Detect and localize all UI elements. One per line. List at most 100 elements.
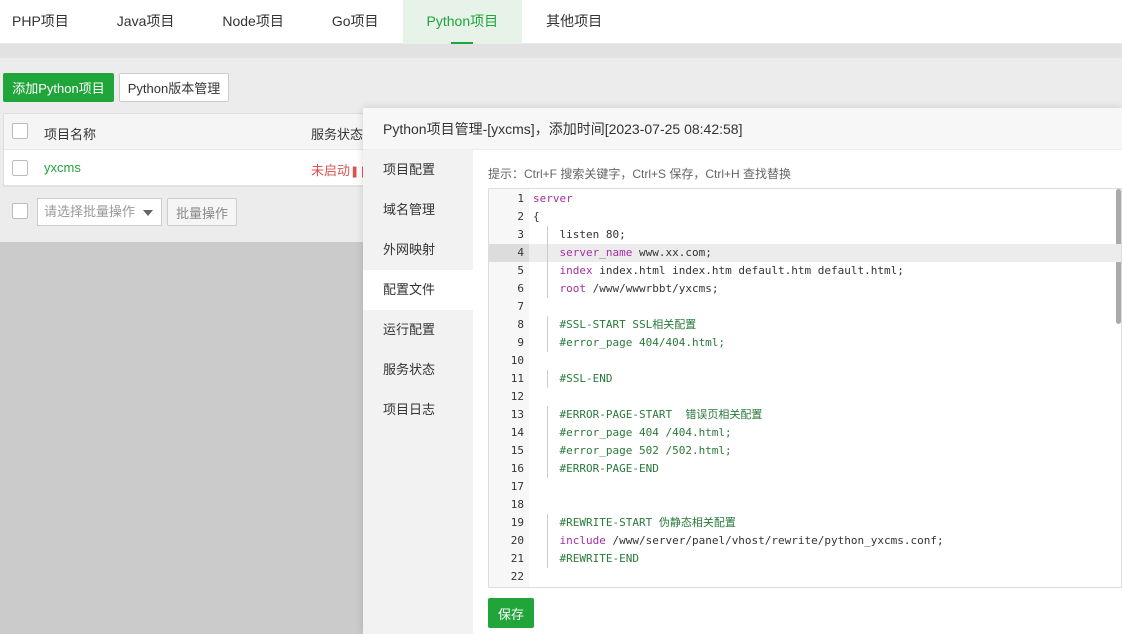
code-text: #error_page 502 /502.html; [533,444,732,457]
line-number: 3 [517,228,524,241]
save-button[interactable]: 保存 [488,598,534,628]
code-line[interactable]: 6 root /www/wwwrbbt/yxcms; [489,280,1121,298]
line-number: 16 [510,462,524,475]
code-line[interactable]: 16 #ERROR-PAGE-END [489,460,1121,478]
code-line[interactable]: 2{ [489,208,1121,226]
line-number: 7 [517,300,524,313]
tab-php[interactable]: PHP项目 [0,0,93,44]
code-line[interactable]: 8 #SSL-START SSL相关配置 [489,316,1121,334]
line-number: 12 [510,390,524,403]
code-line[interactable]: 19 #REWRITE-START 伪静态相关配置 [489,514,1121,532]
row-checkbox[interactable] [12,160,28,176]
project-manage-modal: Python项目管理-[yxcms]，添加时间[2023-07-25 08:42… [363,108,1122,634]
code-text: #REWRITE-END [533,552,639,565]
table-header: 项目名称 服务状态 [4,114,382,150]
indent-guide [547,244,548,262]
code-line[interactable]: 12 [489,388,1121,406]
indent-guide [547,280,548,298]
indent-guide [547,550,548,568]
code-line[interactable]: 17 [489,478,1121,496]
keyword-token: listen [559,228,600,241]
project-type-tabs: PHP项目 Java项目 Node项目 Go项目 Python项目 其他项目 [0,0,1122,44]
code-text: #error_page 404 /404.html; [533,426,732,439]
indent-guide [547,460,548,478]
modal-side-menu: 项目配置 域名管理 外网映射 配置文件 运行配置 服务状态 项目日志 [363,150,473,634]
menu-run-config[interactable]: 运行配置 [363,310,473,350]
code-line[interactable]: 10 [489,352,1121,370]
code-line[interactable]: 20 include /www/server/panel/vhost/rewri… [489,532,1121,550]
add-python-project-button[interactable]: 添加Python项目 [3,73,114,102]
code-text: { [533,210,540,223]
tab-go[interactable]: Go项目 [308,0,403,44]
code-text: server [533,192,573,205]
project-name-link[interactable]: yxcms [44,160,81,175]
code-text: #REWRITE-START 伪静态相关配置 [533,516,736,529]
modal-backdrop [0,242,363,634]
line-number: 6 [517,282,524,295]
table-row: yxcms 未启动❚❚ [4,150,382,186]
code-line[interactable]: 15 #error_page 502 /502.html; [489,442,1121,460]
line-number: 22 [510,570,524,583]
keyword-token: root [559,282,587,295]
status-badge[interactable]: 未启动❚❚ [311,160,368,179]
indent-guide [547,424,548,442]
indent-guide [547,226,548,244]
tab-node[interactable]: Node项目 [198,0,307,44]
batch-select-placeholder: 请选择批量操作 [44,204,136,219]
tab-python[interactable]: Python项目 [402,0,523,44]
line-number: 8 [517,318,524,331]
code-text: #ERROR-PAGE-START 错误页相关配置 [533,408,763,421]
status-text: 未启动 [311,163,351,178]
indent-guide [547,514,548,532]
keyword-token: server_name [559,246,633,259]
indent-guide [547,262,548,280]
line-number: 15 [510,444,524,457]
tab-other[interactable]: 其他项目 [522,0,626,44]
line-number: 4 [489,244,529,262]
code-line[interactable]: 7 [489,298,1121,316]
code-line[interactable]: 22 [489,568,1121,586]
code-line[interactable]: 4 server_name www.xx.com; [489,244,1121,262]
col-name-header: 项目名称 [44,127,97,142]
code-line[interactable]: 18 [489,496,1121,514]
batch-action-button[interactable]: 批量操作 [167,198,237,226]
code-text: root /www/wwwrbbt/yxcms; [559,282,719,295]
menu-external-mapping[interactable]: 外网映射 [363,230,473,270]
indent-guide [547,532,548,550]
line-number: 2 [517,210,524,223]
menu-project-config[interactable]: 项目配置 [363,150,473,190]
menu-project-log[interactable]: 项目日志 [363,390,473,430]
code-text: include /www/server/panel/vhost/rewrite/… [559,534,944,547]
code-line[interactable]: 21 #REWRITE-END [489,550,1121,568]
code-text: index index.html index.htm default.htm d… [559,264,904,277]
line-number: 9 [517,336,524,349]
menu-config-file[interactable]: 配置文件 [363,270,473,310]
line-number: 21 [510,552,524,565]
python-version-button[interactable]: Python版本管理 [119,73,229,102]
line-number: 1 [517,192,524,205]
menu-domain-manage[interactable]: 域名管理 [363,190,473,230]
indent-guide [547,442,548,460]
code-line[interactable]: 3 listen 80; [489,226,1121,244]
line-number: 19 [510,516,524,529]
code-text: #ERROR-PAGE-END [533,462,659,475]
keyword-token: include [559,534,606,547]
code-editor[interactable]: 1 server 2{3 listen 80; 4 server_name www.x… [488,188,1122,588]
batch-select[interactable]: 请选择批量操作 [37,198,162,226]
code-line[interactable]: 14 #error_page 404 /404.html; [489,424,1121,442]
code-line[interactable]: 13 #ERROR-PAGE-START 错误页相关配置 [489,406,1121,424]
code-line[interactable]: 1 server [489,190,1121,208]
select-all-checkbox[interactable] [12,123,28,139]
code-line[interactable]: 9 #error_page 404/404.html; [489,334,1121,352]
keyword-token: index [559,264,593,277]
code-line[interactable]: 5 index index.html index.htm default.htm… [489,262,1121,280]
tab-java[interactable]: Java项目 [93,0,199,44]
batch-checkbox[interactable] [12,203,28,219]
indent-guide [547,370,548,388]
code-line[interactable]: 11 #SSL-END [489,370,1121,388]
menu-service-status[interactable]: 服务状态 [363,350,473,390]
code-text: #SSL-START SSL相关配置 [533,318,697,331]
col-status-header: 服务状态 [311,127,364,142]
shortcut-tip: 提示：Ctrl+F 搜索关键字，Ctrl+S 保存，Ctrl+H 查找替换 [488,167,792,181]
line-number: 14 [510,426,524,439]
